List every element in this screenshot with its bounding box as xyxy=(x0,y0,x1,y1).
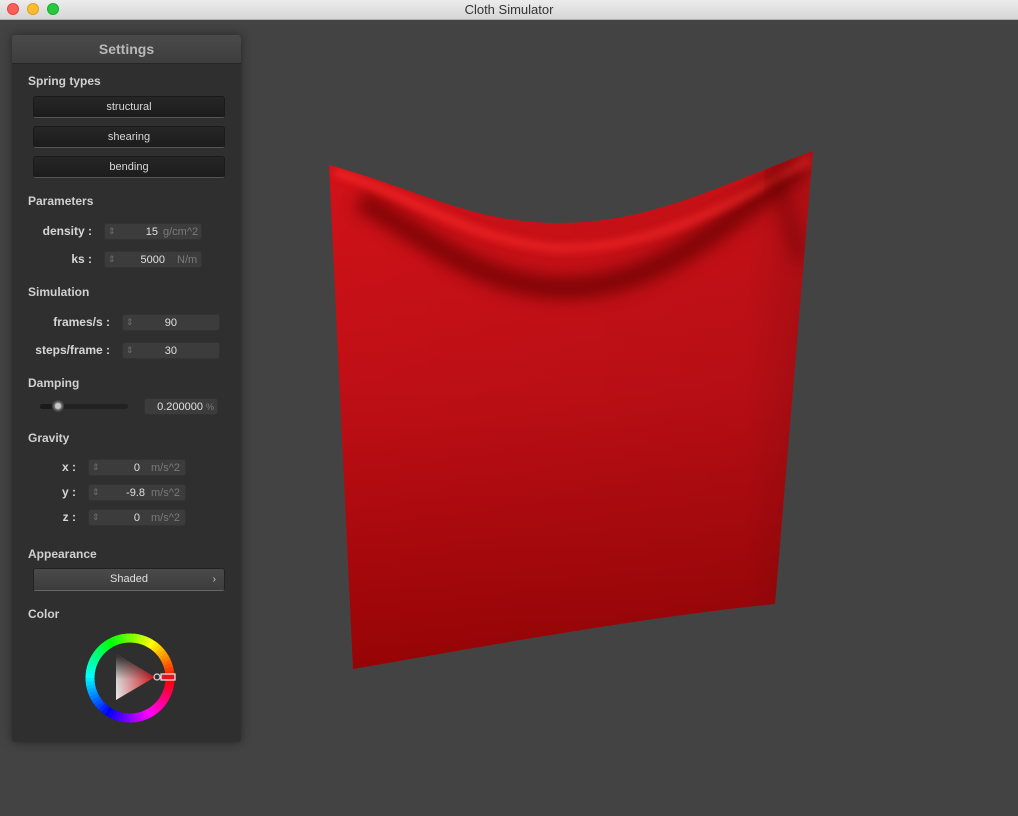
appearance-dropdown[interactable]: Shaded › xyxy=(33,568,225,591)
frames-per-sec-label: frames/s : xyxy=(53,315,110,329)
gravity-y-label: y : xyxy=(61,485,76,499)
saturation-value-triangle[interactable] xyxy=(116,654,155,700)
ks-label: ks : xyxy=(71,252,92,266)
stepper-icon[interactable]: ⇕ xyxy=(108,253,116,266)
stepper-icon[interactable]: ⇕ xyxy=(92,511,100,524)
ks-input[interactable]: ⇕ 5000 N/m xyxy=(104,251,202,268)
steps-per-frame-label: steps/frame : xyxy=(35,343,110,357)
gravity-y-value: -9.8 xyxy=(126,487,145,499)
steps-per-frame-input[interactable]: ⇕ 30 xyxy=(122,342,220,359)
window-title: Cloth Simulator xyxy=(464,2,554,17)
frames-per-sec-input[interactable]: ⇕ 90 xyxy=(122,314,220,331)
gravity-z-input[interactable]: ⇕ 0 m/s^2 xyxy=(88,509,186,526)
simulation-heading: Simulation xyxy=(28,285,90,299)
gravity-x-input[interactable]: ⇕ 0 m/s^2 xyxy=(88,459,186,476)
window-titlebar: Cloth Simulator xyxy=(0,0,1018,20)
structural-toggle-button[interactable]: structural xyxy=(33,96,225,118)
stepper-icon[interactable]: ⇕ xyxy=(92,486,100,499)
gravity-x-value: 0 xyxy=(133,462,140,474)
gravity-x-label: x : xyxy=(61,460,76,474)
gravity-y-input[interactable]: ⇕ -9.8 m/s^2 xyxy=(88,484,186,501)
steps-per-frame-value: 30 xyxy=(164,345,177,357)
density-unit: g/cm^2 xyxy=(163,226,199,238)
appearance-selected-value: Shaded xyxy=(110,573,148,585)
appearance-heading: Appearance xyxy=(28,547,97,561)
damping-slider-handle[interactable] xyxy=(51,400,64,412)
density-value: 15 xyxy=(145,226,158,238)
parameters-heading: Parameters xyxy=(28,194,94,208)
damping-value-field[interactable]: 0.200000 % xyxy=(144,398,218,415)
stepper-icon[interactable]: ⇕ xyxy=(126,344,134,357)
gravity-z-unit: m/s^2 xyxy=(151,512,180,524)
gravity-z-value: 0 xyxy=(133,512,140,524)
stepper-icon[interactable]: ⇕ xyxy=(126,316,134,329)
density-label: density : xyxy=(42,224,92,238)
stepper-icon[interactable]: ⇕ xyxy=(92,461,100,474)
ks-value: 5000 xyxy=(140,254,165,266)
damping-value: 0.200000 xyxy=(157,401,203,413)
chevron-right-icon: › xyxy=(212,574,216,585)
gravity-heading: Gravity xyxy=(28,431,70,445)
damping-heading: Damping xyxy=(28,376,80,390)
spring-types-heading: Spring types xyxy=(28,74,101,88)
density-input[interactable]: ⇕ 15 g/cm^2 xyxy=(104,223,202,240)
shearing-toggle-button[interactable]: shearing xyxy=(33,126,225,148)
damping-unit: % xyxy=(205,402,214,412)
settings-panel: Settings Spring types structural shearin… xyxy=(12,35,241,742)
color-heading: Color xyxy=(28,607,60,621)
settings-panel-header[interactable]: Settings xyxy=(12,35,241,64)
bending-toggle-button[interactable]: bending xyxy=(33,156,225,178)
stepper-icon[interactable]: ⇕ xyxy=(108,225,116,238)
damping-slider[interactable] xyxy=(40,400,128,412)
hue-selector-handle[interactable] xyxy=(160,673,176,681)
frames-per-sec-value: 90 xyxy=(164,317,177,329)
color-wheel[interactable] xyxy=(84,632,176,724)
gravity-y-unit: m/s^2 xyxy=(151,487,180,499)
ks-unit: N/m xyxy=(177,254,198,266)
gravity-z-label: z : xyxy=(62,510,76,524)
gravity-x-unit: m/s^2 xyxy=(151,462,180,474)
